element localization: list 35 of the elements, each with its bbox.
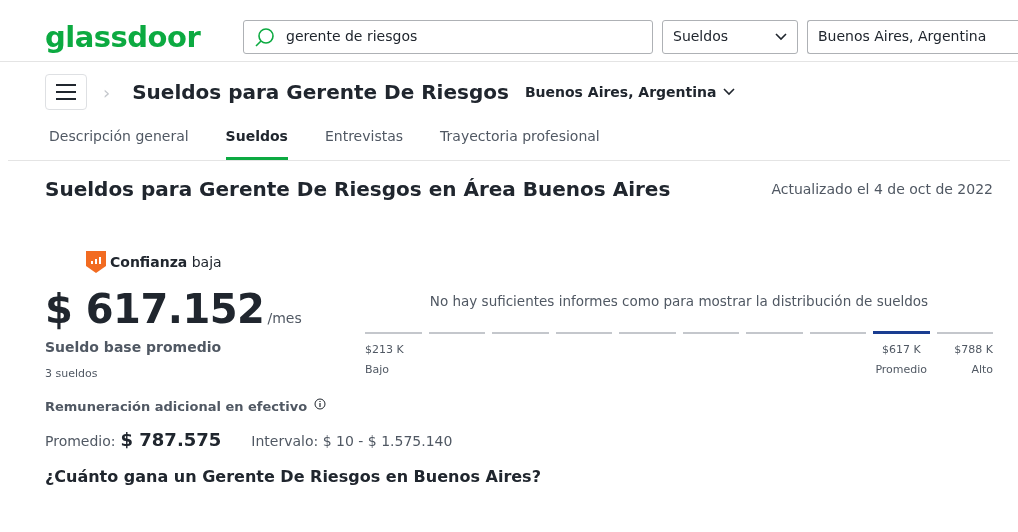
range-value: $617 K [881,342,921,359]
tab[interactable]: Trayectoria profesional [440,126,600,160]
section-heading: Sueldos para Gerente De Riesgos en Área Buenos Aires [45,177,671,201]
salary-amount: $ 617.152 [45,285,265,333]
updated-date: Actualizado el 4 de oct de 2022 [771,179,993,199]
range-label: Alto [971,361,993,378]
tab[interactable]: Descripción general [49,126,189,160]
range-value: $213 K [365,342,404,359]
menu-button[interactable] [45,74,87,110]
confidence-label: Confianza baja [110,252,222,272]
faq-heading: ¿Cuánto gana un Gerente De Riesgos en Buenos Aires? [45,467,542,487]
page-heading: Sueldos para Gerente De Riesgos [132,80,509,104]
info-icon[interactable] [314,398,327,411]
salary-count: 3 sueldos [45,366,99,382]
tab[interactable]: Entrevistas [324,126,404,160]
average-label: Promedio: [45,432,116,451]
average-amount: $ 787.575 [120,428,222,452]
chevron-down-icon [722,88,735,96]
menu-icon [56,84,76,100]
breadcrumb-separator: › [103,80,111,105]
range-value: $788 K [954,342,993,359]
pay-range: Intervalo: $ 10 - $ 1.575.140 [251,432,453,451]
search-field[interactable]: gerente de riesgos [243,19,653,54]
category-dropdown[interactable]: Sueldos [662,19,798,54]
search-icon [254,25,276,48]
distribution-message: No hay suficientes informes como para mostrar la distribución de sueldos [428,292,930,311]
additional-pay-title: Remuneración adicional en efectivo [45,397,308,416]
salary-unit: /mes [267,309,302,328]
location-field[interactable]: Buenos Aires, Argentina [807,19,1018,54]
range-label: Promedio [875,361,928,378]
chevron-down-icon [775,32,787,41]
location-dropdown[interactable]: Buenos Aires, Argentina [524,81,735,103]
tab[interactable]: Sueldos [225,126,288,160]
range-label: Bajo [365,361,390,378]
salary-label: Sueldo base promedio [45,338,223,357]
